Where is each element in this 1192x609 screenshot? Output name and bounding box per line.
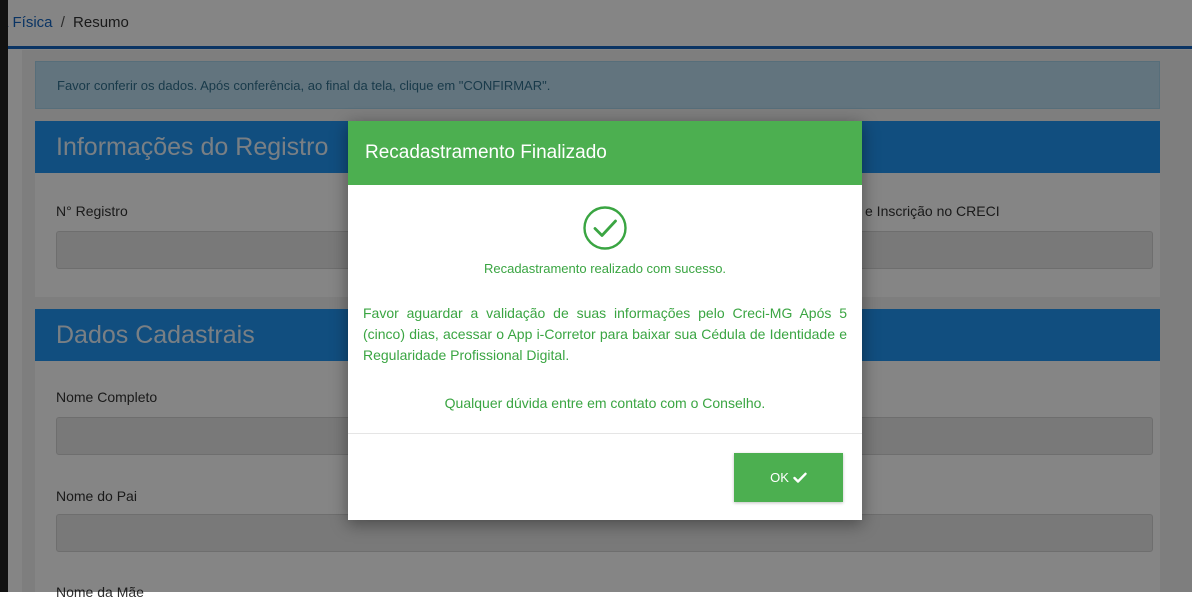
check-circle-icon [583,206,627,250]
success-modal: Recadastramento Finalizado Recadastramen… [348,121,862,520]
success-message: Recadastramento realizado com sucesso. [483,261,727,276]
ok-button-label: OK [770,470,789,485]
contact-message: Qualquer dúvida entre em contato com o C… [444,395,766,411]
info-message: Favor aguardar a validação de suas infor… [363,305,847,363]
checkmark-icon [793,472,807,483]
ok-button[interactable]: OK [734,453,843,502]
modal-body: Recadastramento realizado com sucesso. F… [348,185,862,434]
modal-title: Recadastramento Finalizado [348,121,862,185]
